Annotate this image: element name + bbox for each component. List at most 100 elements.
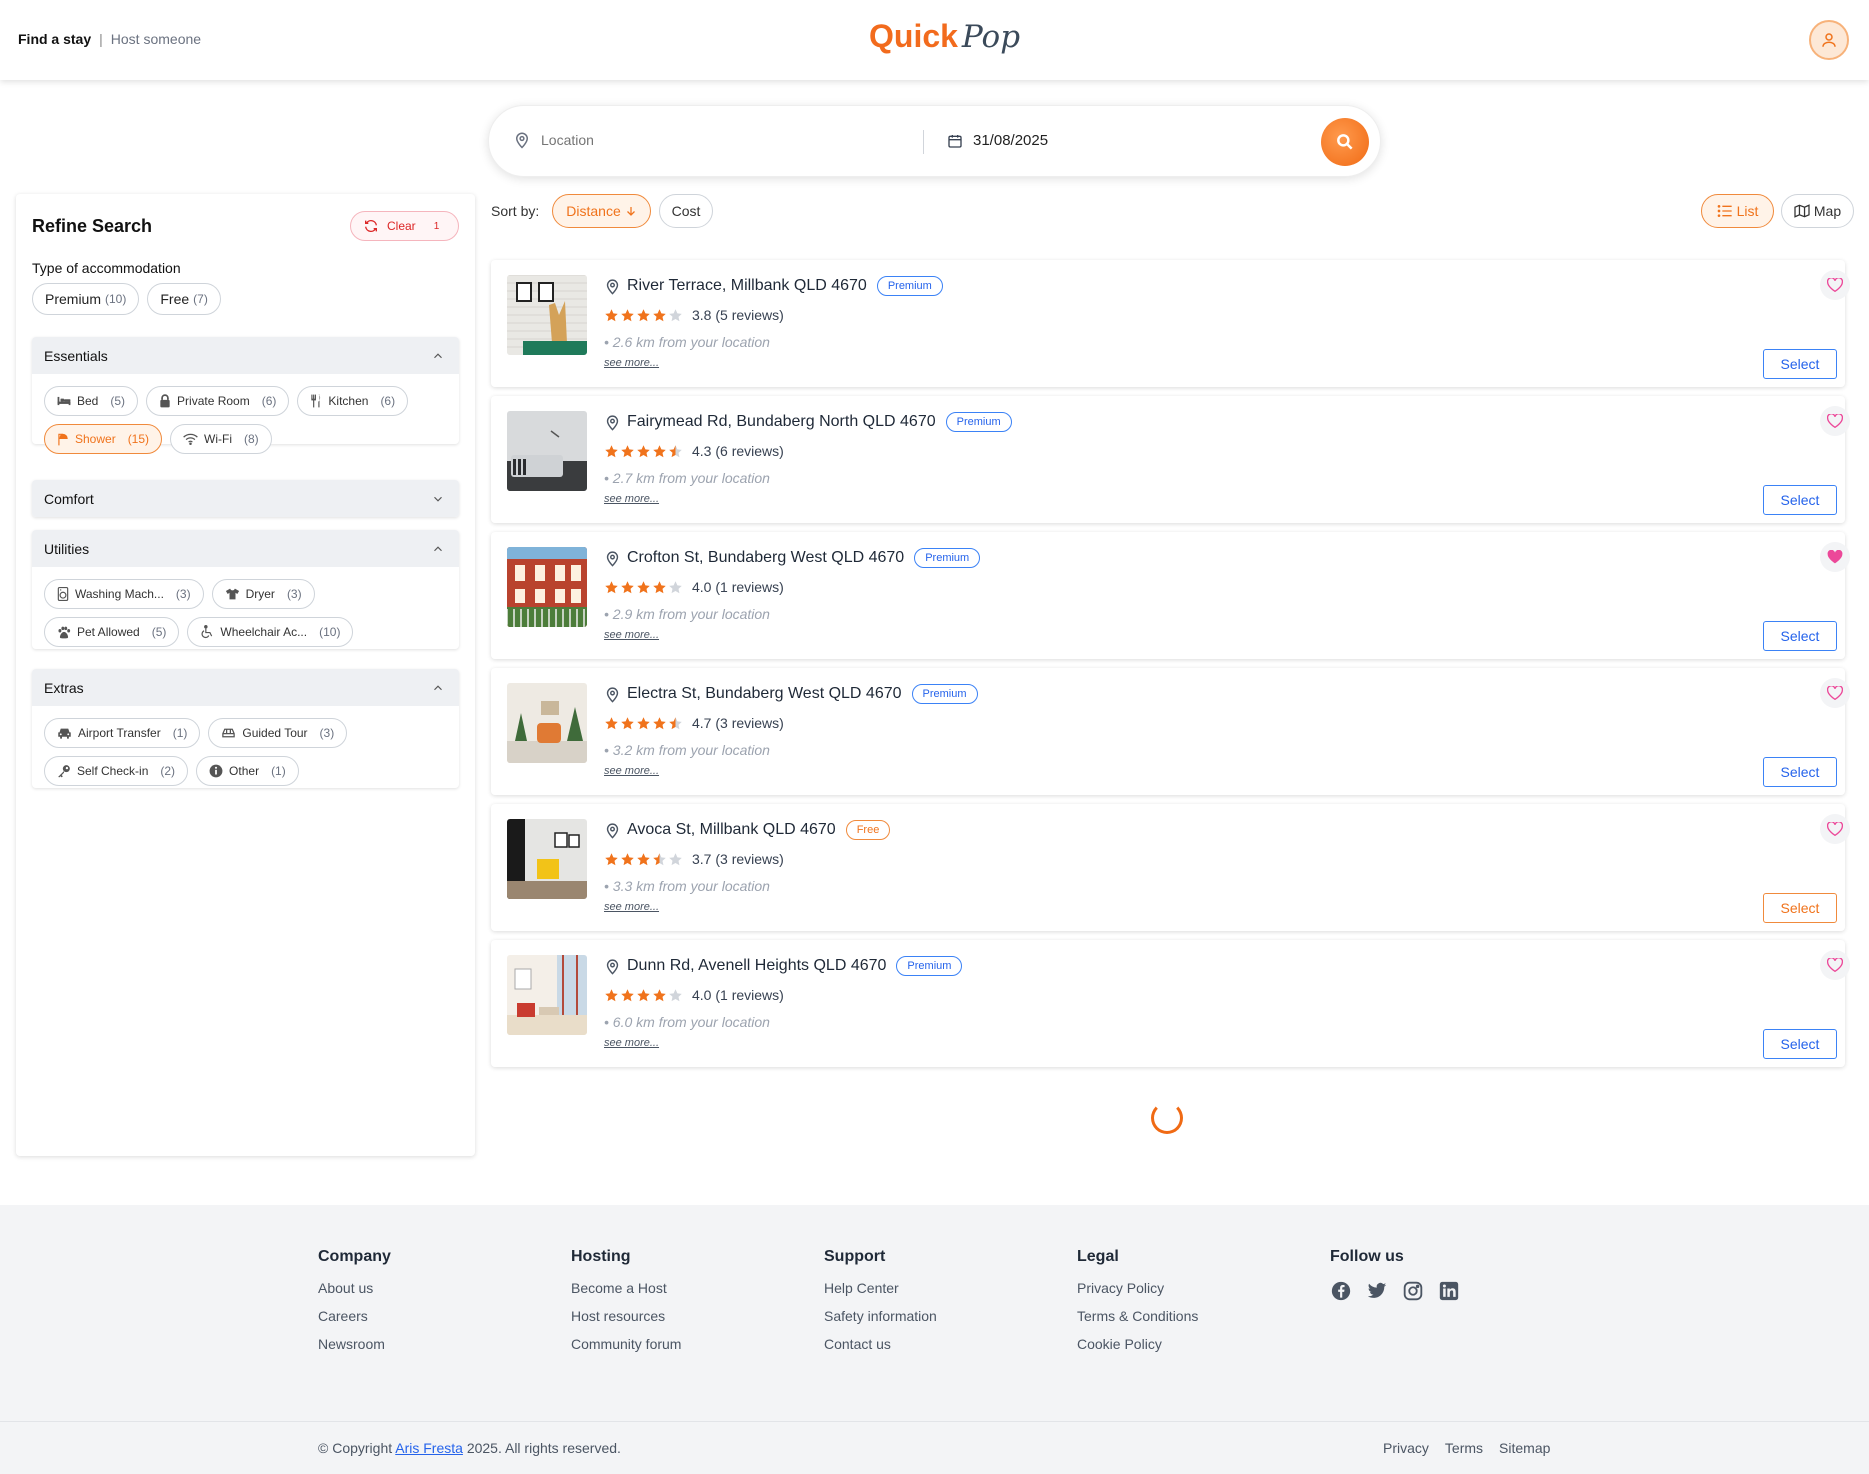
chip-label: Premium <box>45 291 102 307</box>
accordion-header-utilities[interactable]: Utilities <box>32 530 459 567</box>
nav-host-someone[interactable]: Host someone <box>111 31 201 47</box>
instagram-icon[interactable] <box>1402 1280 1424 1302</box>
chip-wifi[interactable]: Wi-Fi (8) <box>170 424 272 454</box>
footer-link[interactable]: About us <box>318 1280 391 1296</box>
logo[interactable]: Quick Pop <box>869 18 1020 55</box>
footer-link[interactable]: Contact us <box>824 1336 937 1352</box>
select-button[interactable]: Select <box>1763 1029 1837 1059</box>
favorite-button[interactable] <box>1820 678 1850 708</box>
favorite-button[interactable] <box>1820 270 1850 300</box>
listing-card[interactable]: Electra St, Bundaberg West QLD 4670 Premi… <box>491 668 1850 795</box>
footer-link[interactable]: Privacy Policy <box>1077 1280 1198 1296</box>
chip-dryer[interactable]: Dryer (3) <box>211 579 315 609</box>
listing-card[interactable]: River Terrace, Millbank QLD 4670 Premium 3… <box>491 260 1850 387</box>
linkedin-icon[interactable] <box>1438 1280 1460 1302</box>
sort-distance-button[interactable]: Distance <box>552 194 651 228</box>
shower-icon <box>58 433 68 446</box>
accordion-title: Utilities <box>44 540 90 557</box>
footer-link[interactable]: Terms & Conditions <box>1077 1308 1198 1324</box>
chip-self-check-in[interactable]: Self Check-in (2) <box>44 756 189 786</box>
star-icon <box>621 444 634 457</box>
copyright-suffix: 2025. All rights reserved. <box>466 1440 621 1456</box>
footer-link[interactable]: Careers <box>318 1308 391 1324</box>
footer-link[interactable]: Safety information <box>824 1308 937 1324</box>
footer-link[interactable]: Newsroom <box>318 1336 391 1352</box>
view-map-button[interactable]: Map <box>1781 194 1854 228</box>
favorite-button[interactable] <box>1820 406 1850 436</box>
listing-card[interactable]: Crofton St, Bundaberg West QLD 4670 Premi… <box>491 532 1850 659</box>
footer-link[interactable]: Become a Host <box>571 1280 681 1296</box>
select-button[interactable]: Select <box>1763 757 1837 787</box>
chip-premium[interactable]: Premium (10) <box>32 283 140 315</box>
listing-badge: Free <box>845 820 891 840</box>
footer-bottom: © Copyright Aris Fresta 2025. All rights… <box>0 1421 1869 1474</box>
chip-airport-transfer[interactable]: Airport Transfer (1) <box>44 718 201 748</box>
listing-thumbnail[interactable] <box>507 547 587 627</box>
twitter-icon[interactable] <box>1366 1280 1388 1302</box>
accordion-header-comfort[interactable]: Comfort <box>32 480 459 517</box>
clear-filters-button[interactable]: Clear 1 <box>350 211 459 241</box>
footer-link[interactable]: Cookie Policy <box>1077 1336 1198 1352</box>
listing-address-row: River Terrace, Millbank QLD 4670 Premium <box>604 276 943 296</box>
nav-find-stay[interactable]: Find a stay <box>18 31 91 47</box>
footer-privacy-link[interactable]: Privacy <box>1383 1440 1429 1456</box>
listing-thumbnail[interactable] <box>507 819 587 899</box>
accordion-title: Comfort <box>44 490 94 507</box>
map-pin-icon <box>606 550 619 567</box>
listing-thumbnail[interactable] <box>507 955 587 1035</box>
user-icon <box>1822 33 1836 47</box>
listing-thumbnail[interactable] <box>507 683 587 763</box>
listing-card[interactable]: Fairymead Rd, Bundaberg North QLD 4670 Pr… <box>491 396 1850 523</box>
listing-card[interactable]: Dunn Rd, Avenell Heights QLD 4670 Premium… <box>491 940 1850 1067</box>
footer-sitemap-link[interactable]: Sitemap <box>1499 1440 1550 1456</box>
chip-pet-allowed[interactable]: Pet Allowed (5) <box>44 617 180 647</box>
date-field[interactable]: 31/08/2025 <box>947 132 1048 149</box>
see-more-link[interactable]: see more... <box>604 1037 659 1049</box>
see-more-link[interactable]: see more... <box>604 765 659 777</box>
footer-terms-link[interactable]: Terms <box>1445 1440 1483 1456</box>
chip-shower[interactable]: Shower (15) <box>44 424 163 454</box>
chevron-down-icon <box>434 496 442 502</box>
sort-cost-button[interactable]: Cost <box>659 194 713 228</box>
select-button[interactable]: Select <box>1763 893 1837 923</box>
see-more-link[interactable]: see more... <box>604 629 659 641</box>
view-list-button[interactable]: List <box>1701 194 1774 228</box>
chip-free[interactable]: Free (7) <box>147 283 221 315</box>
see-more-link[interactable]: see more... <box>604 901 659 913</box>
see-more-link[interactable]: see more... <box>604 493 659 505</box>
star-icon <box>621 308 634 321</box>
location-input[interactable] <box>541 132 901 148</box>
listing-address-row: Fairymead Rd, Bundaberg North QLD 4670 Pr… <box>604 412 1012 432</box>
listing-badge: Premium <box>945 412 1012 432</box>
map-icon <box>1794 204 1810 218</box>
accordion-header-essentials[interactable]: Essentials <box>32 337 459 374</box>
footer-link[interactable]: Host resources <box>571 1308 681 1324</box>
listing-card[interactable]: Avoca St, Millbank QLD 4670 Free 3.7 (3 re… <box>491 804 1850 931</box>
author-link[interactable]: Aris Fresta <box>395 1440 463 1456</box>
sort-by-label: Sort by: <box>491 203 540 219</box>
chip-wheelchair[interactable]: Wheelchair Ac... (10) <box>187 617 354 647</box>
listing-thumbnail[interactable] <box>507 275 587 355</box>
footer-link[interactable]: Community forum <box>571 1336 681 1352</box>
listing-thumbnail[interactable] <box>507 411 587 491</box>
chip-label: Wi-Fi <box>204 432 233 446</box>
search-button[interactable] <box>1321 118 1369 166</box>
chip-other[interactable]: Other (1) <box>196 756 299 786</box>
favorite-button[interactable] <box>1820 814 1850 844</box>
select-button[interactable]: Select <box>1763 485 1837 515</box>
select-button[interactable]: Select <box>1763 621 1837 651</box>
see-more-link[interactable]: see more... <box>604 357 659 369</box>
chip-bed[interactable]: Bed (5) <box>44 386 139 416</box>
footer-link[interactable]: Help Center <box>824 1280 937 1296</box>
favorite-button[interactable] <box>1820 542 1850 572</box>
accordion-header-extras[interactable]: Extras <box>32 669 459 706</box>
facebook-icon[interactable] <box>1330 1280 1352 1302</box>
select-button[interactable]: Select <box>1763 349 1837 379</box>
chip-kitchen[interactable]: Kitchen (6) <box>297 386 409 416</box>
chip-private-room[interactable]: Private Room (6) <box>146 386 290 416</box>
chip-washing-machine[interactable]: Washing Mach... (3) <box>44 579 204 609</box>
user-avatar-button[interactable] <box>1809 20 1849 60</box>
favorite-button[interactable] <box>1820 950 1850 980</box>
chip-guided-tour[interactable]: Guided Tour (3) <box>208 718 348 748</box>
chip-label: Other <box>229 764 260 778</box>
